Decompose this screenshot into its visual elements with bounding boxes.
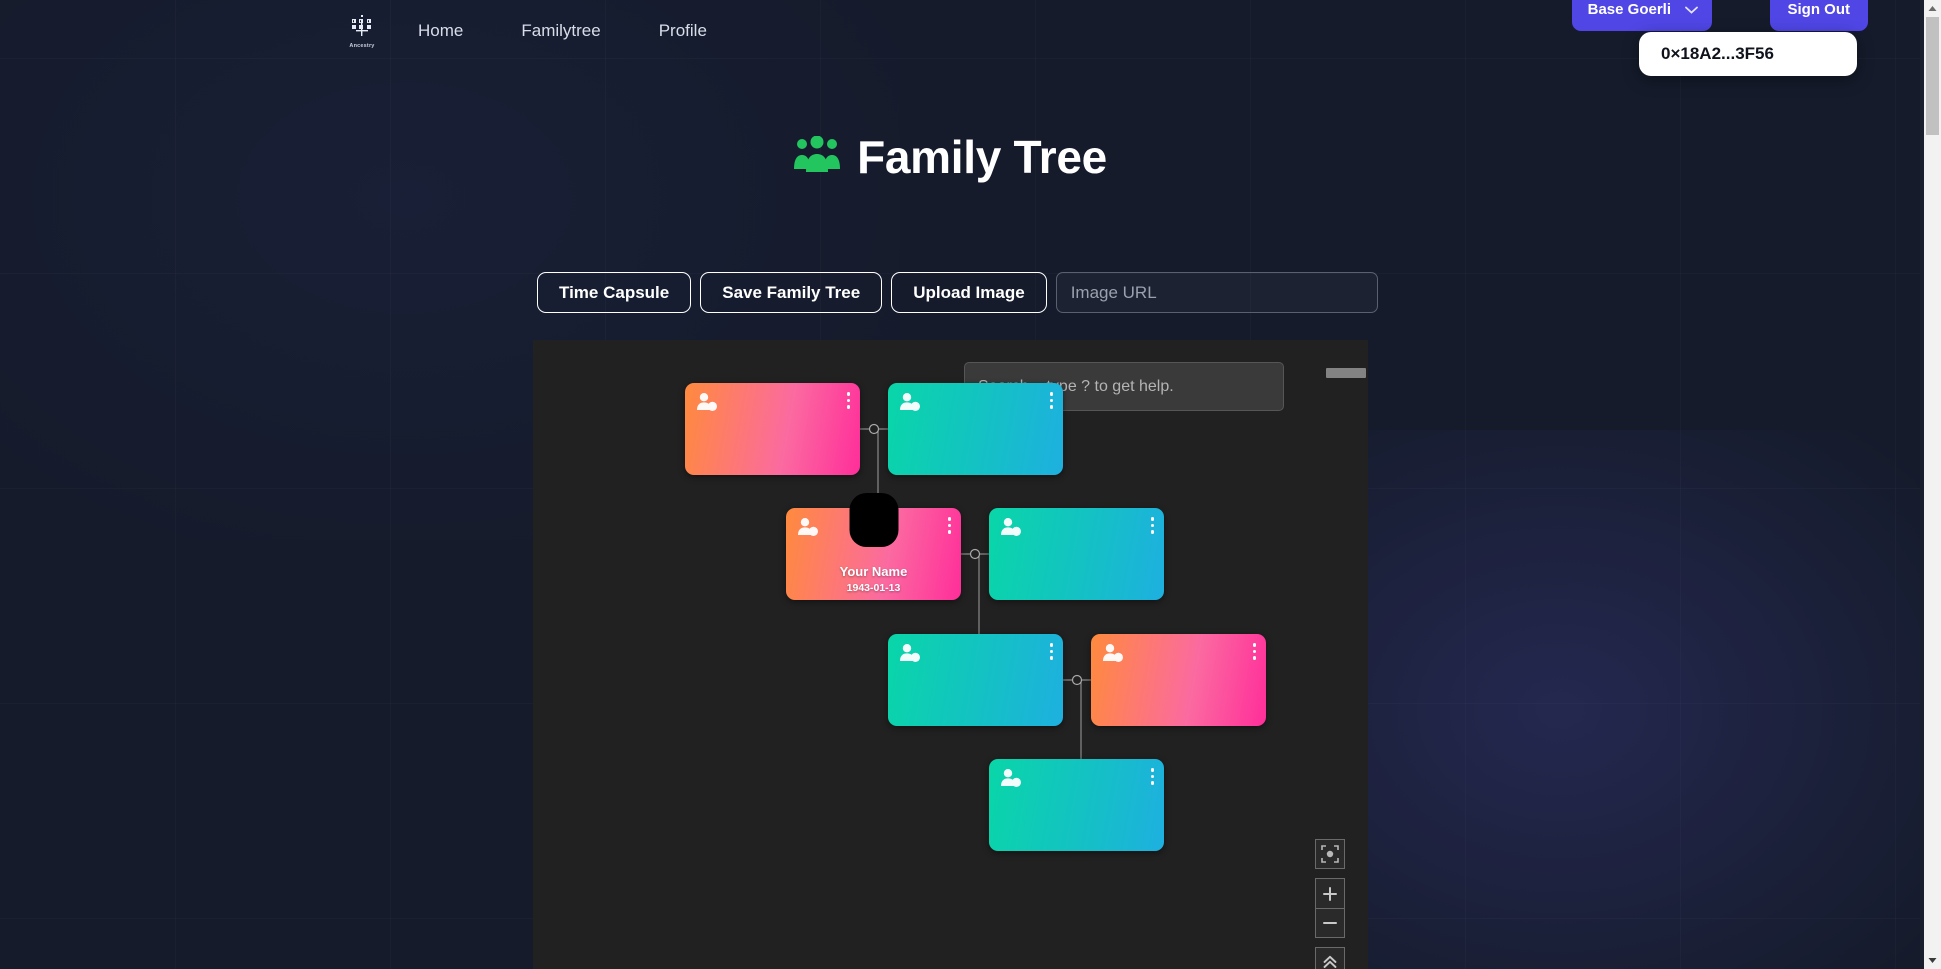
- nav-links: Home Familytree Profile: [400, 0, 747, 62]
- person-add-icon[interactable]: [797, 517, 819, 542]
- avatar[interactable]: [849, 493, 898, 547]
- node-menu-icon[interactable]: [947, 517, 951, 534]
- node-menu-icon[interactable]: [1049, 392, 1053, 409]
- chevron-double-up-icon: [1323, 955, 1337, 968]
- person-add-icon[interactable]: [696, 392, 718, 417]
- zoom-out-button[interactable]: [1315, 908, 1345, 938]
- scroll-down-arrow[interactable]: [1924, 952, 1941, 969]
- tree-node[interactable]: [1091, 634, 1266, 726]
- chevron-down-icon: [1685, 6, 1698, 14]
- minimap-bar[interactable]: [1326, 368, 1366, 378]
- tree-node[interactable]: [989, 759, 1164, 851]
- chain-selector-button[interactable]: Base Goerli: [1571, 0, 1712, 31]
- page-title: Family Tree: [0, 130, 1900, 184]
- minus-icon: [1323, 922, 1337, 924]
- image-url-input[interactable]: [1055, 272, 1378, 313]
- person-add-icon[interactable]: [899, 392, 921, 417]
- collapse-button[interactable]: [1315, 947, 1345, 969]
- node-menu-icon[interactable]: [1252, 643, 1256, 660]
- node-menu-icon[interactable]: [846, 392, 850, 409]
- tree-node[interactable]: [685, 383, 860, 475]
- tree-node[interactable]: Your Name 1943-01-13: [786, 493, 961, 600]
- fit-view-icon: [1321, 845, 1339, 863]
- tree-node[interactable]: [888, 634, 1063, 726]
- family-tree-canvas[interactable]: Your Name 1943-01-13: [533, 340, 1368, 969]
- node-menu-icon[interactable]: [1150, 768, 1154, 785]
- navbar: Ancestry Home Familytree Profile Base Go…: [0, 0, 1941, 76]
- node-dob: 1943-01-13: [846, 582, 901, 594]
- chain-label: Base Goerli: [1587, 1, 1671, 18]
- nav-link-home[interactable]: Home: [400, 15, 481, 47]
- person-add-icon[interactable]: [1000, 768, 1022, 793]
- node-menu-icon[interactable]: [1150, 517, 1154, 534]
- tree-node[interactable]: [989, 508, 1164, 600]
- person-add-icon[interactable]: [899, 643, 921, 668]
- ancestry-tree-icon: [352, 14, 371, 36]
- app-root: Ancestry Home Familytree Profile Base Go…: [0, 0, 1941, 969]
- zoom-group: [1315, 878, 1345, 938]
- logo-wordmark: Ancestry: [349, 42, 375, 49]
- page-title-text: Family Tree: [857, 131, 1107, 183]
- scrollbar-thumb[interactable]: [1926, 17, 1939, 135]
- upload-image-button[interactable]: Upload Image: [891, 272, 1047, 313]
- nav-link-profile[interactable]: Profile: [641, 15, 725, 47]
- time-capsule-button[interactable]: Time Capsule: [537, 272, 692, 313]
- sign-out-button[interactable]: Sign Out: [1769, 0, 1868, 31]
- person-add-icon[interactable]: [1000, 517, 1022, 542]
- zoom-in-button[interactable]: [1315, 878, 1345, 908]
- scroll-up-arrow[interactable]: [1924, 0, 1941, 17]
- logo-ancestry[interactable]: Ancestry: [343, 10, 381, 52]
- people-group-icon: [793, 135, 841, 179]
- node-name: Your Name: [839, 564, 908, 579]
- save-family-tree-button[interactable]: Save Family Tree: [700, 272, 883, 313]
- fit-view-button[interactable]: [1315, 839, 1345, 869]
- wallet-address-pill[interactable]: 0×18A2...3F56: [1639, 32, 1857, 76]
- page-scrollbar[interactable]: [1924, 0, 1941, 969]
- nav-link-familytree[interactable]: Familytree: [503, 15, 618, 47]
- zoom-controls: [1315, 839, 1345, 969]
- toolbar: Time Capsule Save Family Tree Upload Ima…: [537, 272, 1378, 313]
- node-menu-icon[interactable]: [1049, 643, 1053, 660]
- plus-icon: [1323, 886, 1337, 901]
- tree-node[interactable]: [888, 383, 1063, 475]
- person-add-icon[interactable]: [1102, 643, 1124, 668]
